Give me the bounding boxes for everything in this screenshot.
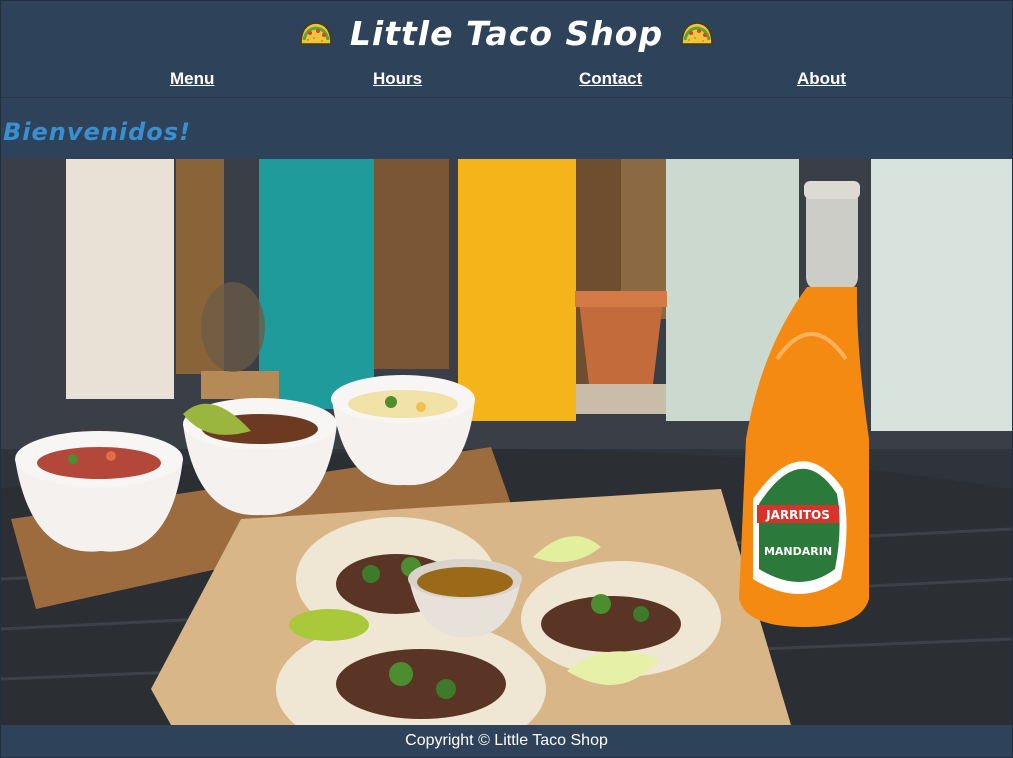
panel-lightblue bbox=[871, 159, 1012, 431]
panel-cream bbox=[66, 159, 174, 399]
bottle-brand: JARRITOS bbox=[765, 508, 830, 522]
hero-image: JARRITOS MANDARIN bbox=[1, 159, 1012, 725]
panel-yellow bbox=[458, 159, 576, 421]
nav-link-contact[interactable]: Contact bbox=[579, 69, 642, 89]
bottle-flavor: MANDARIN bbox=[764, 545, 832, 558]
main-nav: Menu Hours Contact About bbox=[1, 69, 1012, 93]
welcome-band: Bienvenidos! bbox=[1, 98, 1012, 158]
nav-link-hours[interactable]: Hours bbox=[373, 69, 422, 89]
nav-link-menu[interactable]: Menu bbox=[170, 69, 214, 89]
nav-link-about[interactable]: About bbox=[797, 69, 846, 89]
page-frame: Little Taco Shop Menu Hours Contact Abou… bbox=[0, 0, 1013, 758]
welcome-heading: Bienvenidos! bbox=[3, 117, 192, 146]
site-title: Little Taco Shop bbox=[349, 13, 664, 53]
site-header: Little Taco Shop Menu Hours Contact Abou… bbox=[1, 1, 1012, 98]
taco-icon bbox=[679, 18, 715, 48]
title-row: Little Taco Shop bbox=[1, 9, 1012, 57]
taco-icon bbox=[298, 18, 334, 48]
site-footer: Copyright © Little Taco Shop bbox=[1, 725, 1012, 757]
copyright-text: Copyright © Little Taco Shop bbox=[405, 732, 608, 749]
